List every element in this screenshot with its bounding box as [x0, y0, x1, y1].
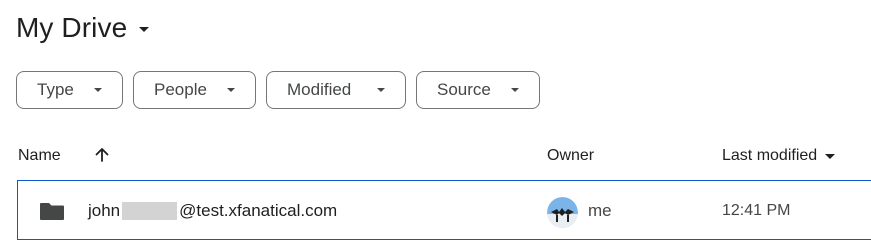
- filter-type-label: Type: [37, 80, 74, 99]
- caret-down-icon: [94, 88, 102, 92]
- page-title: My Drive: [16, 12, 128, 43]
- caret-down-icon: [227, 88, 235, 92]
- arrow-up-sort-icon[interactable]: [93, 146, 111, 164]
- caret-down-icon: [825, 153, 836, 159]
- caret-down-icon: [377, 88, 385, 92]
- filter-people-label: People: [154, 80, 207, 99]
- filter-modified-chip[interactable]: Modified: [266, 71, 406, 109]
- filter-type-chip[interactable]: Type: [16, 71, 123, 109]
- filter-people-chip[interactable]: People: [133, 71, 256, 109]
- column-header-last-modified[interactable]: Last modified: [722, 144, 836, 168]
- column-header-owner: Owner: [547, 147, 595, 164]
- table-row[interactable]: john @test.xfanatical.com me 12:41 PM: [17, 180, 871, 240]
- redaction-block: [122, 202, 178, 220]
- folder-icon: [40, 203, 64, 220]
- my-drive-title-button[interactable]: My Drive: [16, 8, 150, 48]
- filter-modified-label: Modified: [287, 80, 352, 99]
- avatar: [547, 197, 578, 228]
- file-name-suffix: @test.xfanatical.com: [179, 201, 338, 220]
- column-header-name[interactable]: Name: [18, 144, 61, 168]
- owner-name: me: [588, 201, 612, 220]
- column-header-last-modified-label: Last modified: [722, 147, 818, 164]
- caret-down-icon: [511, 88, 519, 92]
- caret-down-icon: [139, 26, 150, 32]
- filter-source-label: Source: [437, 80, 491, 99]
- file-name-prefix: john: [88, 201, 121, 220]
- last-modified-time: 12:41 PM: [722, 202, 791, 219]
- filter-source-chip[interactable]: Source: [416, 71, 540, 109]
- file-name: john @test.xfanatical.com: [88, 200, 337, 222]
